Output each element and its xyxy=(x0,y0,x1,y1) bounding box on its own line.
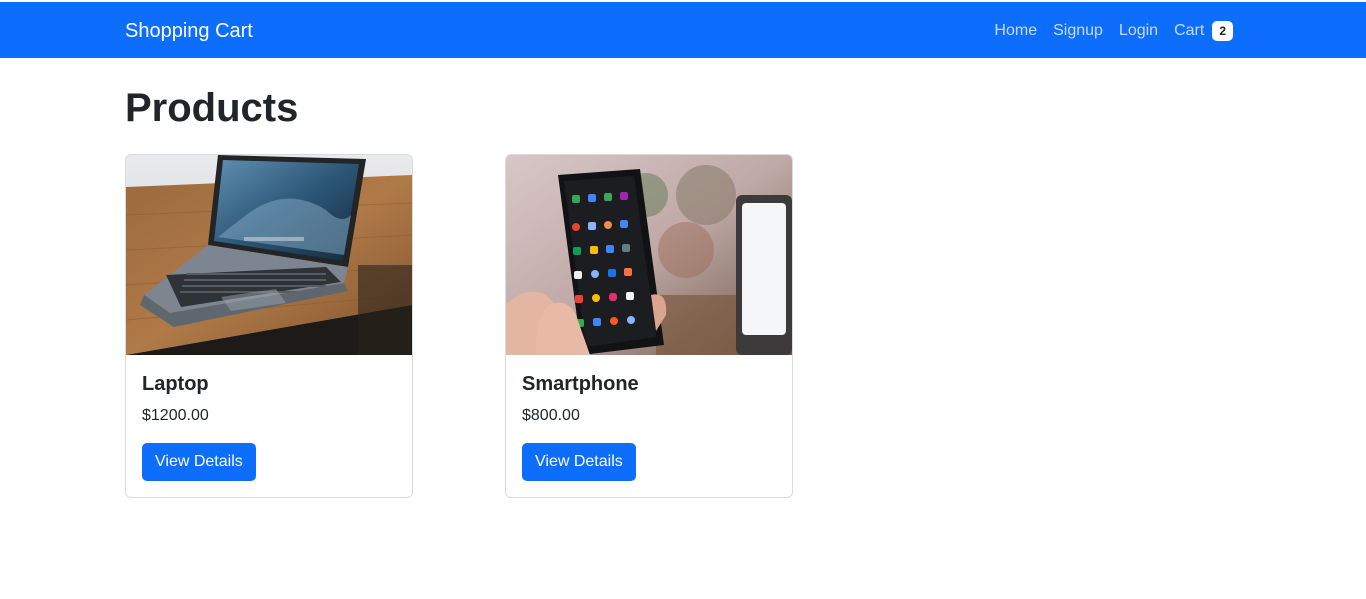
cart-count-badge: 2 xyxy=(1212,21,1233,41)
product-name: Smartphone xyxy=(522,373,639,395)
product-price: $800.00 xyxy=(522,407,580,424)
product-card: Laptop $1200.00 View Details xyxy=(125,154,413,498)
product-price: $1200.00 xyxy=(142,407,209,424)
laptop-image xyxy=(126,155,412,355)
cart-label: Cart xyxy=(1174,22,1205,39)
page-title: Products xyxy=(125,86,299,130)
brand-link[interactable]: Shopping Cart xyxy=(125,19,253,43)
nav-cart-link[interactable]: Cart 2 xyxy=(1174,20,1233,42)
navbar: Shopping Cart Home Signup Login Cart 2 xyxy=(0,2,1366,58)
product-card: Smartphone $800.00 View Details xyxy=(505,154,793,498)
nav-links: Home Signup Login Cart 2 xyxy=(994,20,1233,42)
smartphone-image xyxy=(506,155,792,355)
view-details-button[interactable]: View Details xyxy=(142,443,256,481)
nav-home-link[interactable]: Home xyxy=(994,20,1037,42)
product-name: Laptop xyxy=(142,373,209,395)
nav-login-link[interactable]: Login xyxy=(1119,20,1158,42)
nav-signup-link[interactable]: Signup xyxy=(1053,20,1103,42)
view-details-button[interactable]: View Details xyxy=(522,443,636,481)
